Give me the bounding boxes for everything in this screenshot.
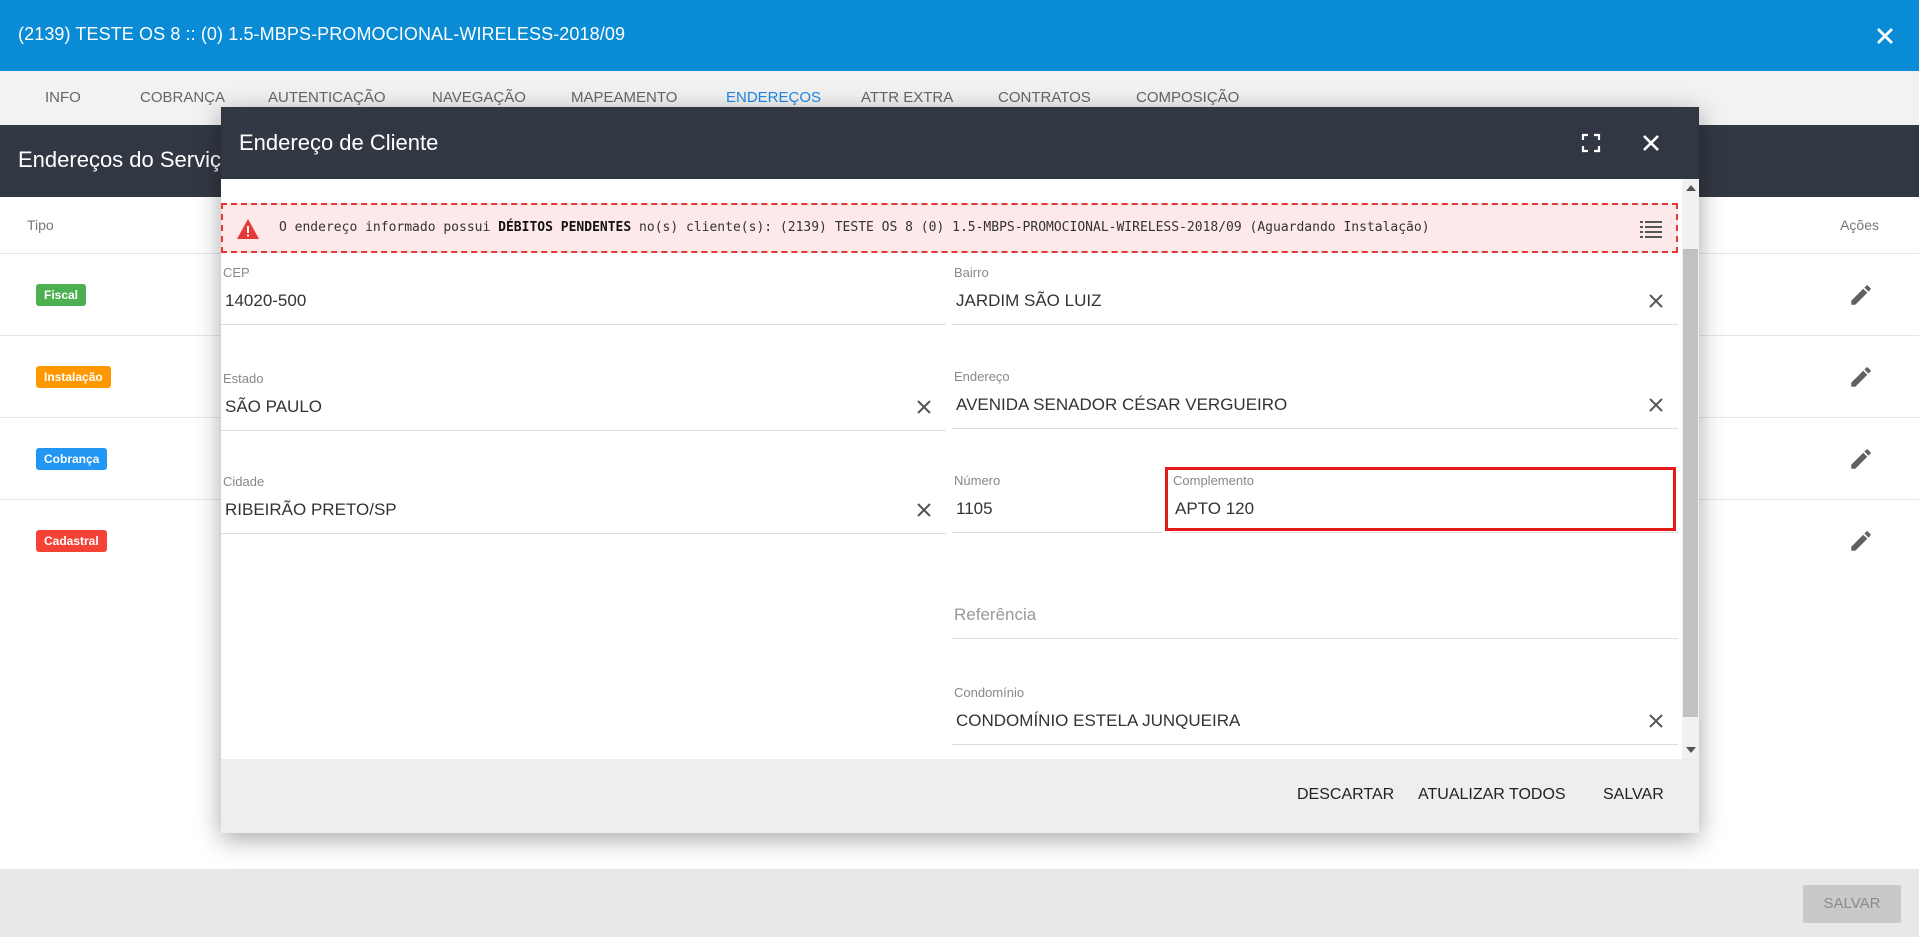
- warning-icon: [237, 219, 259, 239]
- numero-value: 1105: [956, 499, 993, 518]
- numero-label: Número: [954, 473, 1001, 488]
- type-badge-fiscal: Fiscal: [36, 284, 87, 306]
- cep-label: CEP: [223, 265, 250, 280]
- window-titlebar: (2139) TESTE OS 8 :: (0) 1.5-MBPS-PROMOC…: [0, 0, 1919, 71]
- estado-value: SÃO PAULO: [225, 397, 322, 416]
- tab-info[interactable]: INFO: [45, 89, 81, 106]
- condominio-value: CONDOMÍNIO ESTELA JUNQUEIRA: [956, 711, 1241, 730]
- section-title: Endereços do Serviç: [18, 147, 221, 172]
- scroll-up-arrow[interactable]: [1686, 185, 1696, 191]
- endereco-field[interactable]: Endereço AVENIDA SENADOR CÉSAR VERGUEIRO: [952, 369, 1678, 429]
- estado-field[interactable]: Estado SÃO PAULO: [221, 371, 946, 431]
- column-tipo: Tipo: [27, 217, 54, 233]
- address-modal: Endereço de Cliente O endereço informado…: [221, 107, 1699, 833]
- edit-icon[interactable]: [1848, 446, 1874, 472]
- tab-attr-extra[interactable]: ATTR EXTRA: [861, 89, 953, 106]
- tab-enderecos[interactable]: ENDEREÇOS: [726, 89, 821, 106]
- clear-icon[interactable]: [1648, 293, 1664, 309]
- close-icon[interactable]: [1871, 22, 1899, 50]
- tab-cobranca[interactable]: COBRANÇA: [140, 89, 225, 106]
- referencia-placeholder: Referência: [954, 605, 1037, 624]
- alert-text-prefix: O endereço informado possui: [279, 220, 499, 235]
- clear-icon[interactable]: [916, 502, 932, 518]
- alert-message: O endereço informado possui DÉBITOS PEND…: [279, 220, 1430, 235]
- clear-icon[interactable]: [1648, 713, 1664, 729]
- bairro-value: JARDIM SÃO LUIZ: [956, 291, 1102, 310]
- tab-autenticacao[interactable]: AUTENTICAÇÃO: [268, 89, 386, 106]
- condominio-field[interactable]: Condomínio CONDOMÍNIO ESTELA JUNQUEIRA: [952, 685, 1678, 745]
- close-icon[interactable]: [1639, 131, 1663, 155]
- type-badge-cobranca: Cobrança: [36, 448, 108, 470]
- clear-icon[interactable]: [916, 399, 932, 415]
- edit-icon[interactable]: [1848, 528, 1874, 554]
- type-badge-cadastral: Cadastral: [36, 530, 107, 552]
- endereco-label: Endereço: [954, 369, 1010, 384]
- endereco-value: AVENIDA SENADOR CÉSAR VERGUEIRO: [956, 395, 1288, 414]
- scroll-thumb[interactable]: [1683, 249, 1698, 717]
- column-acoes: Ações: [1840, 217, 1879, 233]
- debt-warning-alert: O endereço informado possui DÉBITOS PEND…: [221, 203, 1678, 253]
- edit-icon[interactable]: [1848, 282, 1874, 308]
- bairro-label: Bairro: [954, 265, 989, 280]
- fullscreen-icon[interactable]: [1579, 131, 1603, 155]
- clear-icon[interactable]: [1648, 397, 1664, 413]
- list-icon[interactable]: [1640, 219, 1662, 239]
- atualizar-todos-button[interactable]: ATUALIZAR TODOS: [1418, 786, 1566, 804]
- descartar-button[interactable]: DESCARTAR: [1297, 786, 1394, 804]
- type-badge-instalacao: Instalação: [36, 366, 111, 388]
- cidade-value: RIBEIRÃO PRETO/SP: [225, 500, 397, 519]
- modal-body: O endereço informado possui DÉBITOS PEND…: [221, 179, 1699, 759]
- salvar-button[interactable]: SALVAR: [1603, 786, 1664, 804]
- tab-composicao[interactable]: COMPOSIÇÃO: [1136, 89, 1239, 106]
- cidade-label: Cidade: [223, 474, 265, 489]
- tab-contratos[interactable]: CONTRATOS: [998, 89, 1091, 106]
- modal-title: Endereço de Cliente: [239, 130, 439, 155]
- highlight-box: [1165, 467, 1676, 531]
- bairro-field[interactable]: Bairro JARDIM SÃO LUIZ: [952, 265, 1678, 325]
- referencia-field[interactable]: Referência: [952, 579, 1678, 639]
- alert-text-suffix: no(s) cliente(s): (2139) TESTE OS 8 (0) …: [631, 220, 1430, 235]
- modal-footer: DESCARTAR ATUALIZAR TODOS SALVAR: [221, 759, 1699, 833]
- condominio-label: Condomínio: [954, 685, 1025, 700]
- tab-navegacao[interactable]: NAVEGAÇÃO: [432, 89, 526, 106]
- cidade-field[interactable]: Cidade RIBEIRÃO PRETO/SP: [221, 474, 946, 534]
- modal-scrollbar[interactable]: [1682, 179, 1699, 759]
- page-footer: SALVAR: [0, 869, 1919, 937]
- tab-mapeamento[interactable]: MAPEAMENTO: [571, 89, 677, 106]
- scroll-down-arrow[interactable]: [1686, 747, 1696, 753]
- edit-icon[interactable]: [1848, 364, 1874, 390]
- cep-value: 14020-500: [225, 291, 307, 310]
- window-title: (2139) TESTE OS 8 :: (0) 1.5-MBPS-PROMOC…: [18, 24, 626, 44]
- cep-field[interactable]: CEP 14020-500: [221, 265, 946, 325]
- modal-header: Endereço de Cliente: [221, 107, 1699, 179]
- alert-text-bold: DÉBITOS PENDENTES: [498, 220, 632, 235]
- numero-field[interactable]: Número 1105: [952, 473, 1162, 533]
- save-button-disabled[interactable]: SALVAR: [1803, 885, 1901, 923]
- estado-label: Estado: [223, 371, 264, 386]
